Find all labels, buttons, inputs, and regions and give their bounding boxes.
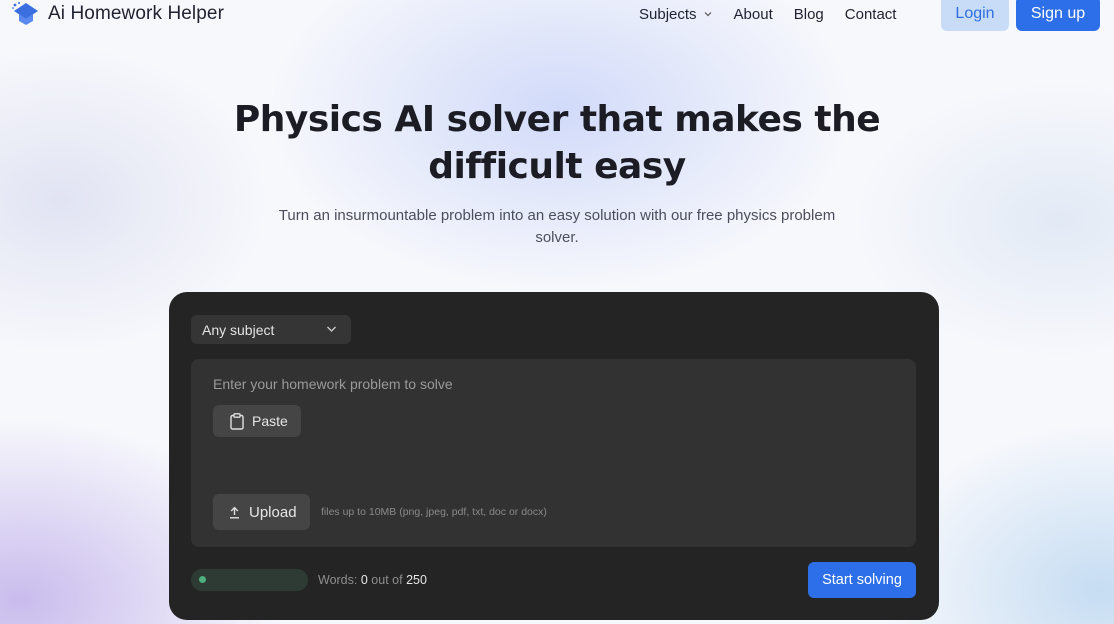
nav-blog[interactable]: Blog: [794, 6, 824, 23]
upload-hint: files up to 10MB (png, jpeg, pdf, txt, d…: [321, 506, 547, 518]
signup-button[interactable]: Sign up: [1016, 0, 1100, 31]
hero-title: Physics AI solver that makes the difficu…: [180, 96, 934, 190]
solver-card: Any subject Enter your homework problem …: [169, 292, 939, 620]
paste-button[interactable]: Paste: [213, 405, 301, 437]
hero-title-line1: Physics AI solver that makes the: [233, 99, 881, 140]
word-progress-bar: [191, 569, 308, 591]
nav-about[interactable]: About: [734, 6, 773, 23]
word-count-prefix: Words:: [318, 573, 358, 587]
upload-button[interactable]: Upload: [213, 494, 310, 530]
subject-select[interactable]: Any subject: [191, 315, 351, 344]
chevron-down-icon: [704, 12, 711, 17]
start-solving-button[interactable]: Start solving: [808, 562, 916, 598]
subject-select-value: Any subject: [202, 321, 275, 338]
paste-button-label: Paste: [252, 413, 288, 429]
word-count: Words: 0 out of 250: [318, 573, 427, 587]
logo-text: Ai Homework Helper: [48, 3, 225, 24]
hero-subtitle: Turn an insurmountable problem into an e…: [240, 205, 874, 249]
hero-title-line2: difficult easy: [428, 146, 686, 187]
hero-subtitle-line1: Turn an insurmountable problem into an e…: [278, 207, 836, 224]
main-nav: Subjects About Blog Contact: [639, 0, 917, 28]
login-button[interactable]: Login: [941, 0, 1009, 31]
nav-subjects[interactable]: Subjects: [639, 6, 713, 23]
word-count-max: 250: [406, 573, 427, 587]
problem-input-placeholder: Enter your homework problem to solve: [213, 376, 453, 392]
site-header: Ai Homework Helper Subjects About Blog C…: [0, 0, 1114, 32]
upload-button-label: Upload: [249, 503, 297, 521]
graduation-cap-icon: [10, 1, 40, 27]
upload-icon: [230, 506, 239, 519]
progress-indicator: [199, 576, 206, 583]
problem-input[interactable]: Enter your homework problem to solve Pas…: [191, 359, 916, 547]
word-count-middle: out of: [371, 573, 403, 587]
nav-subjects-label: Subjects: [639, 5, 697, 23]
hero-subtitle-line2: solver.: [535, 229, 579, 246]
logo[interactable]: Ai Homework Helper: [10, 0, 224, 28]
clipboard-icon: [230, 412, 244, 430]
chevron-down-icon: [327, 326, 336, 332]
word-count-current: 0: [360, 573, 368, 587]
nav-contact[interactable]: Contact: [845, 6, 897, 23]
